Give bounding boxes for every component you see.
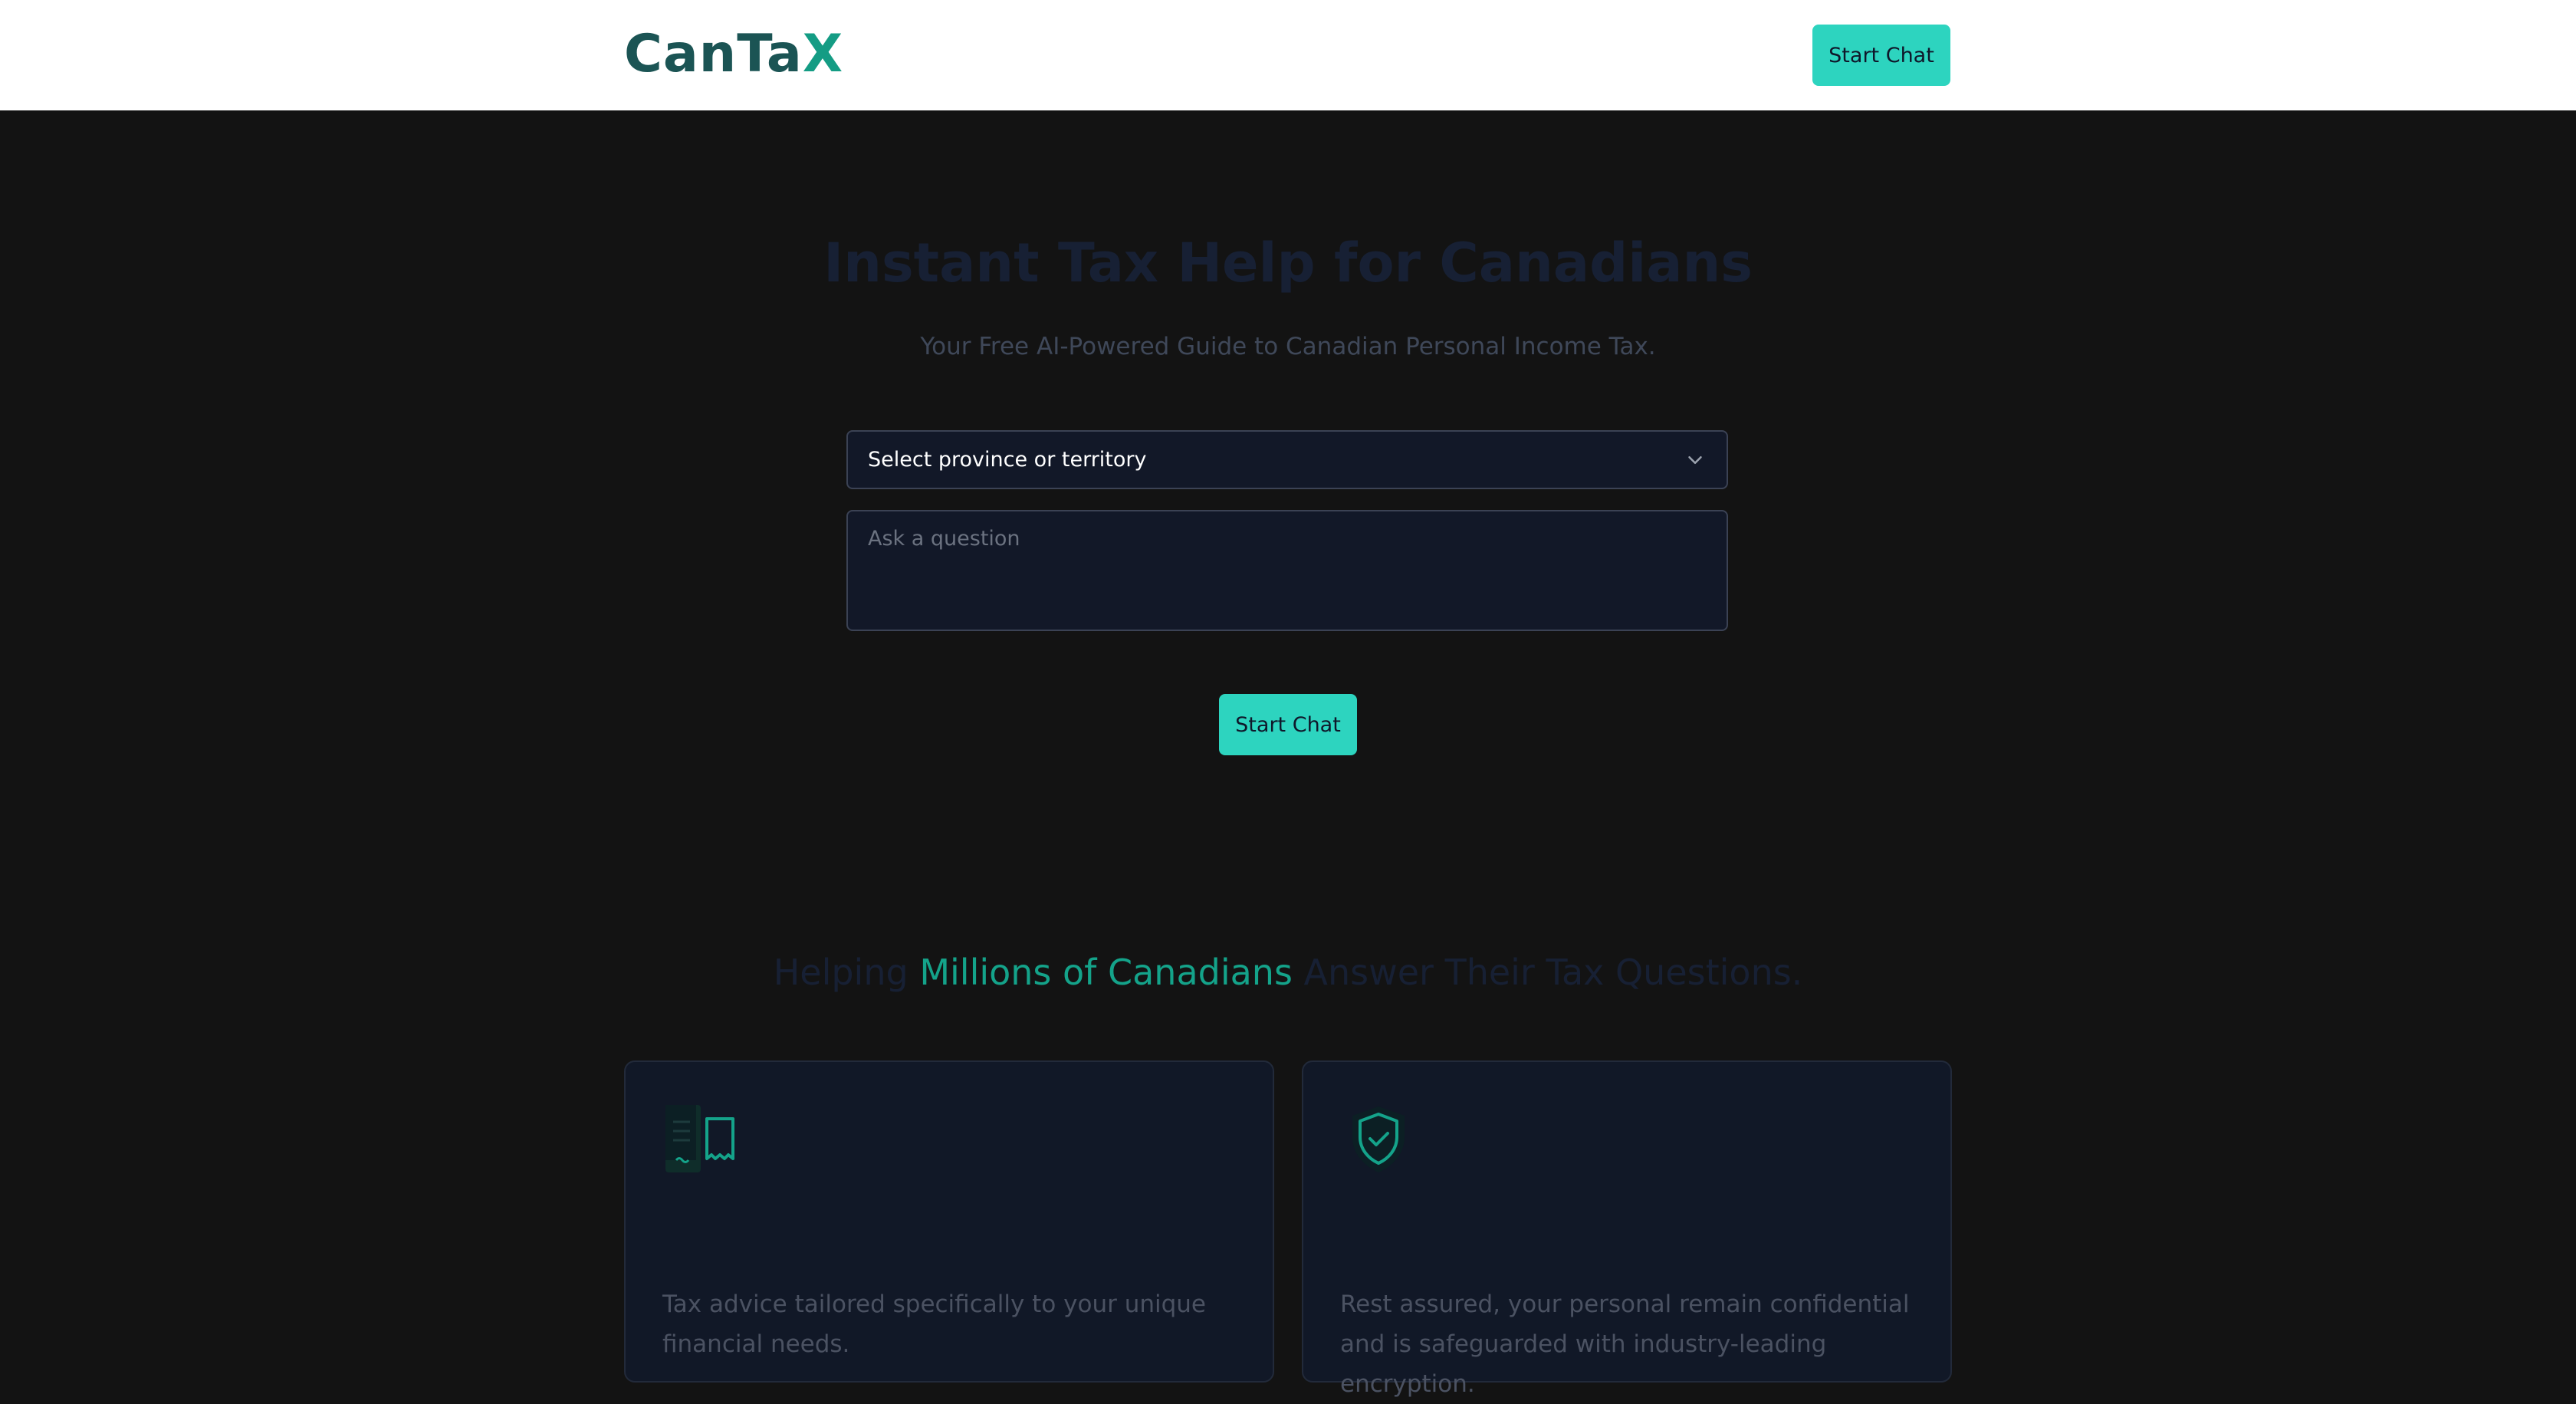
logo-check-mark: X bbox=[802, 24, 844, 84]
province-select[interactable]: Select province or territory bbox=[846, 430, 1728, 489]
hero-subtitle: Your Free AI-Powered Guide to Canadian P… bbox=[920, 333, 1656, 360]
hero-start-chat-button[interactable]: Start Chat bbox=[1219, 694, 1357, 755]
features-heading: Helping Millions of Canadians Answer The… bbox=[0, 948, 2576, 997]
features-heading-prefix: Helping bbox=[773, 952, 920, 993]
top-navbar: CanTaX Start Chat bbox=[0, 0, 2576, 110]
shield-check-icon bbox=[1352, 1106, 1405, 1172]
feature-card-description: Rest assured, your personal remain confi… bbox=[1340, 1291, 1910, 1398]
feature-card-privacy: Rest assured, your personal remain confi… bbox=[1302, 1060, 1952, 1398]
logo-text: CanTa bbox=[624, 24, 803, 84]
features-heading-highlight: Millions of Canadians bbox=[919, 952, 1293, 993]
province-select-value: Select province or territory bbox=[868, 448, 1147, 472]
header-start-chat-button[interactable]: Start Chat bbox=[1812, 25, 1950, 86]
feature-card-description: Tax advice tailored specifically to your… bbox=[662, 1291, 1207, 1358]
feature-card-tailored-advice: Tax advice tailored specifically to your… bbox=[624, 1060, 1274, 1383]
cantax-logo[interactable]: CanTaX bbox=[624, 28, 843, 81]
hero-title: Instant Tax Help for Canadians bbox=[823, 232, 1753, 294]
chevron-down-icon bbox=[1688, 455, 1702, 464]
features-heading-suffix: Answer Their Tax Questions. bbox=[1292, 952, 1803, 993]
document-receipt-icon bbox=[665, 1105, 734, 1172]
question-input[interactable] bbox=[846, 510, 1728, 631]
